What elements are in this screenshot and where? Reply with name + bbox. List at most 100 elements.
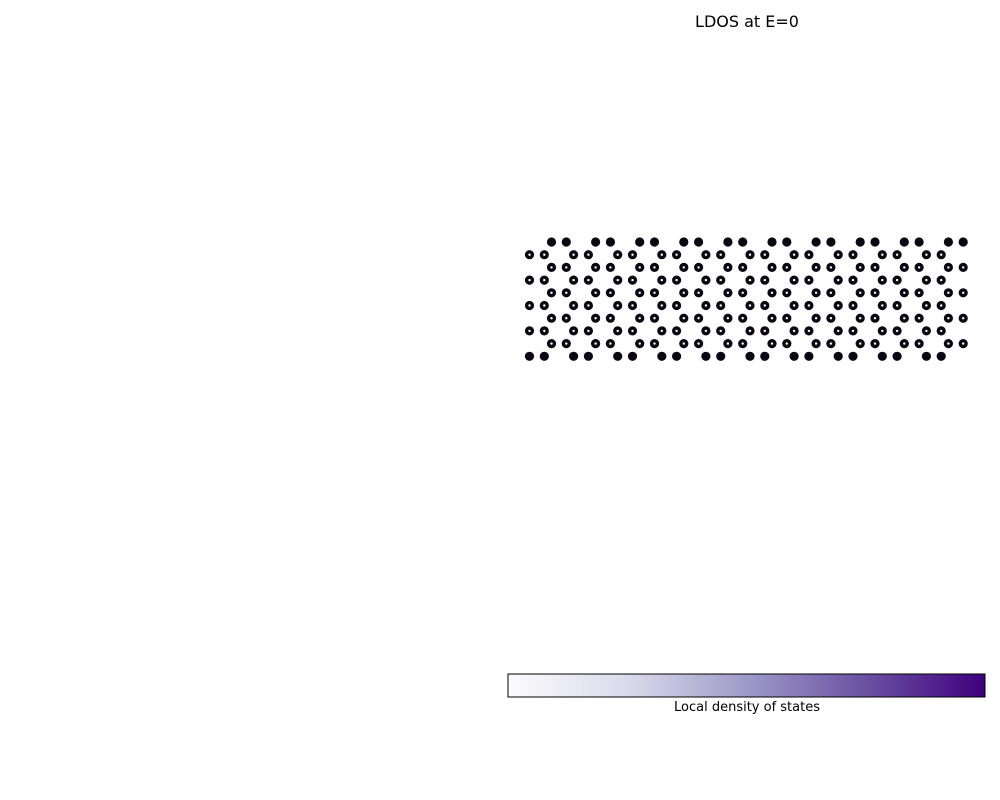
lattice-site-center	[895, 278, 899, 282]
lattice-site	[782, 237, 792, 247]
lattice-site-center	[917, 342, 921, 345]
lattice-site-center	[543, 304, 546, 307]
lattice-site	[804, 351, 814, 361]
lattice-site-center	[719, 278, 722, 282]
lattice-site-center	[925, 329, 928, 333]
lattice-site-center	[947, 291, 950, 294]
lattice-site-center	[837, 278, 840, 282]
lattice-site-center	[741, 342, 744, 345]
lattice-site-center	[675, 253, 678, 256]
lattice-site-center	[962, 317, 965, 320]
lattice-site-center	[653, 317, 656, 320]
lattice-site-center	[947, 317, 950, 320]
lattice-site-center	[653, 291, 656, 294]
lattice-site-center	[653, 342, 656, 345]
lattice-site-center	[660, 329, 663, 333]
lattice-site-center	[543, 253, 546, 256]
lattice-site-center	[543, 278, 546, 282]
lattice-site-center	[962, 266, 965, 269]
lattice-site-center	[719, 304, 722, 307]
lattice-site-center	[947, 266, 950, 269]
lattice-site-center	[565, 317, 568, 320]
lattice-site-center	[925, 278, 928, 282]
lattice-site	[657, 351, 667, 361]
lattice-site-center	[587, 253, 590, 256]
lattice-site-center	[947, 342, 950, 345]
lattice-site	[811, 237, 821, 247]
colorbar-label: Local density of states	[674, 700, 820, 715]
lattice-site-center	[785, 342, 788, 345]
lattice-site-center	[807, 278, 811, 282]
lattice-sites	[524, 237, 968, 361]
lattice-site	[672, 351, 682, 361]
lattice-site-center	[792, 278, 796, 282]
lattice-site-center	[675, 304, 678, 307]
lattice-site-center	[572, 304, 575, 307]
lattice-site-center	[594, 317, 597, 320]
lattice-site-center	[881, 304, 884, 307]
lattice-site-center	[682, 317, 685, 320]
lattice-site-center	[881, 329, 884, 333]
lattice-site	[701, 351, 711, 361]
lattice-site	[826, 237, 836, 247]
lattice-site	[694, 237, 704, 247]
lattice-site-center	[940, 253, 943, 256]
lattice-site-center	[550, 317, 553, 320]
lattice-site-center	[881, 278, 884, 282]
lattice-site-center	[726, 291, 730, 294]
lattice-site-center	[962, 291, 965, 294]
lattice-site-center	[638, 317, 641, 320]
lattice-site-center	[881, 253, 884, 256]
lattice-site-center	[748, 329, 752, 333]
lattice-site-center	[565, 342, 568, 345]
lattice-site-center	[807, 329, 811, 333]
lattice-site-center	[550, 342, 553, 345]
lattice-site-center	[631, 253, 634, 256]
lattice-site-center	[616, 253, 619, 256]
lattice-site	[745, 351, 755, 361]
lattice-site-center	[903, 266, 906, 269]
lattice-site-center	[829, 266, 833, 269]
lattice-site-center	[814, 317, 818, 320]
lattice-site-center	[814, 342, 818, 345]
lattice-site-center	[675, 329, 678, 333]
lattice-site-center	[873, 291, 877, 294]
lattice-site	[569, 351, 579, 361]
lattice-site	[561, 237, 571, 247]
lattice-site-center	[741, 291, 744, 294]
lattice-site-center	[594, 291, 597, 294]
lattice-site-center	[609, 266, 612, 269]
lattice-site	[870, 237, 880, 247]
lattice-site	[921, 351, 932, 361]
lattice-site-center	[903, 291, 906, 294]
lattice-site-center	[726, 317, 730, 320]
lattice-site-center	[763, 304, 766, 307]
lattice-site-center	[638, 291, 641, 294]
lattice-site-center	[917, 317, 921, 320]
lattice-site	[627, 351, 638, 361]
lattice-site-center	[792, 304, 796, 307]
lattice-site-center	[903, 342, 906, 345]
lattice-site	[635, 237, 645, 247]
lattice-site-center	[587, 329, 590, 333]
lattice-site-center	[572, 329, 575, 333]
lattice-site-center	[851, 253, 855, 256]
lattice-site-center	[616, 304, 619, 307]
lattice-site-center	[851, 329, 855, 333]
colorbar	[507, 673, 986, 698]
lattice-site-center	[895, 304, 899, 307]
lattice-site-center	[682, 266, 685, 269]
lattice-site-center	[940, 304, 943, 307]
lattice-site-center	[719, 329, 722, 333]
lattice-site-center	[594, 266, 597, 269]
figure: LDOS at E=0 Local density of states	[0, 0, 1000, 800]
lattice-site	[546, 237, 557, 247]
lattice-site	[767, 237, 777, 247]
lattice-site-center	[587, 304, 590, 307]
lattice-site-center	[704, 278, 708, 282]
lattice-site-center	[682, 291, 685, 294]
lattice-site-center	[837, 304, 840, 307]
lattice-site-center	[609, 317, 612, 320]
lattice-site	[877, 351, 887, 361]
lattice-site-center	[550, 291, 553, 294]
